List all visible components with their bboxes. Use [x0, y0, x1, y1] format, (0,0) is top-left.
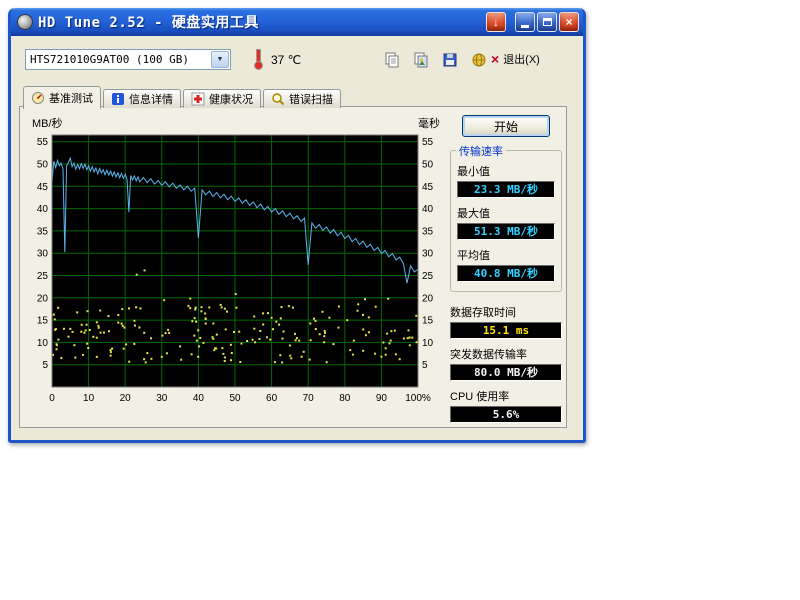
download-button[interactable]: ↓ — [486, 12, 506, 32]
copy-text-icon — [384, 52, 400, 68]
benchmark-icon — [31, 91, 45, 105]
svg-text:60: 60 — [266, 393, 278, 404]
svg-text:5: 5 — [42, 360, 48, 371]
tab-health-label: 健康状况 — [209, 91, 253, 107]
tab-info-label: 信息详情 — [129, 91, 173, 107]
thermometer-icon — [254, 49, 263, 70]
exit-label: 退出(X) — [503, 51, 540, 67]
window-title: HD Tune 2.52 - 硬盘实用工具 — [38, 12, 486, 32]
tab-strip: 基准测试 信息详情 健康状况 — [23, 84, 343, 107]
tab-info[interactable]: 信息详情 — [103, 89, 181, 108]
cpu-usage-label: CPU 使用率 — [450, 388, 562, 404]
save-icon — [442, 52, 458, 68]
tab-error-scan-label: 错误扫描 — [289, 91, 333, 107]
svg-text:35: 35 — [37, 226, 49, 237]
tab-benchmark-label: 基准测试 — [49, 90, 93, 106]
min-label: 最小值 — [457, 163, 555, 179]
svg-text:0: 0 — [49, 393, 55, 404]
window-controls: ↓ × — [486, 12, 579, 32]
svg-text:20: 20 — [422, 293, 434, 304]
svg-text:100%: 100% — [405, 393, 431, 404]
burst-rate-value: 80.0 MB/秒 — [450, 364, 562, 381]
close-button[interactable]: × — [559, 12, 579, 32]
tab-benchmark[interactable]: 基准测试 — [23, 86, 101, 109]
exit-x-icon: × — [491, 52, 499, 66]
transfer-rate-title: 传输速率 — [456, 143, 506, 159]
svg-text:55: 55 — [422, 137, 434, 148]
svg-text:20: 20 — [120, 393, 132, 404]
svg-text:15: 15 — [422, 316, 434, 327]
svg-text:55: 55 — [37, 137, 49, 148]
website-button[interactable] — [466, 48, 492, 72]
svg-text:25: 25 — [422, 271, 434, 282]
copy-text-button[interactable] — [379, 48, 405, 72]
dropdown-arrow-glyph: ▼ — [217, 56, 224, 63]
svg-text:25: 25 — [37, 271, 49, 282]
max-value: 51.3 MB/秒 — [457, 223, 555, 240]
svg-text:70: 70 — [303, 393, 315, 404]
burst-rate-label: 突发数据传输率 — [450, 346, 562, 362]
toolbar-icons — [379, 48, 492, 72]
svg-text:40: 40 — [193, 393, 205, 404]
svg-text:50: 50 — [229, 393, 241, 404]
svg-text:40: 40 — [37, 204, 49, 215]
svg-text:10: 10 — [422, 338, 434, 349]
benchmark-chart: 5555505045454040353530302525202015151010… — [24, 127, 444, 417]
minimize-button[interactable] — [515, 12, 535, 32]
drive-select-value: HTS721010G9AT00 (100 GB) — [26, 53, 210, 66]
close-icon: × — [565, 16, 572, 28]
title-bar[interactable]: HD Tune 2.52 - 硬盘实用工具 ↓ × — [11, 8, 583, 36]
info-icon — [111, 92, 125, 106]
svg-text:30: 30 — [37, 249, 49, 260]
cpu-usage-value: 5.6% — [450, 406, 562, 423]
access-time-value: 15.1 ms — [450, 322, 562, 339]
svg-text:15: 15 — [37, 316, 49, 327]
chevron-down-icon[interactable]: ▼ — [211, 51, 229, 68]
save-button[interactable] — [437, 48, 463, 72]
svg-text:80: 80 — [339, 393, 351, 404]
svg-text:20: 20 — [37, 293, 49, 304]
app-icon — [17, 14, 33, 30]
start-button[interactable]: 开始 — [462, 115, 550, 137]
client-area: HTS721010G9AT00 (100 GB) ▼ 37 ℃ — [11, 36, 583, 440]
avg-label: 平均值 — [457, 247, 555, 263]
download-arrow-icon: ↓ — [493, 16, 499, 28]
svg-text:5: 5 — [422, 360, 428, 371]
tab-error-scan[interactable]: 错误扫描 — [263, 89, 341, 108]
svg-text:50: 50 — [422, 160, 434, 171]
exit-button[interactable]: × 退出(X) — [491, 51, 540, 67]
svg-text:90: 90 — [376, 393, 388, 404]
access-time-label: 数据存取时间 — [450, 304, 562, 320]
temperature-label: 37 ℃ — [271, 53, 301, 67]
tab-health[interactable]: 健康状况 — [183, 89, 261, 108]
svg-text:45: 45 — [422, 182, 434, 193]
svg-text:45: 45 — [37, 182, 49, 193]
drive-select[interactable]: HTS721010G9AT00 (100 GB) ▼ — [25, 49, 231, 70]
copy-image-button[interactable] — [408, 48, 434, 72]
svg-text:35: 35 — [422, 226, 434, 237]
copy-image-icon — [413, 52, 429, 68]
maximize-button[interactable] — [537, 12, 557, 32]
maximize-icon — [543, 18, 552, 26]
svg-text:30: 30 — [156, 393, 168, 404]
results-column: 开始 传输速率 最小值 23.3 MB/秒 最大值 51.3 MB/秒 平均值 … — [450, 115, 562, 430]
benchmark-panel: MB/秒 毫秒 55555050454540403535303025252020… — [19, 106, 567, 428]
hd-tune-window: HD Tune 2.52 - 硬盘实用工具 ↓ × HTS721010G9AT0… — [8, 8, 586, 443]
minimize-icon — [521, 25, 529, 28]
health-icon — [191, 92, 205, 106]
max-label: 最大值 — [457, 205, 555, 221]
min-value: 23.3 MB/秒 — [457, 181, 555, 198]
svg-text:30: 30 — [422, 249, 434, 260]
svg-text:10: 10 — [37, 338, 49, 349]
svg-text:50: 50 — [37, 160, 49, 171]
svg-text:10: 10 — [83, 393, 95, 404]
svg-text:40: 40 — [422, 204, 434, 215]
transfer-rate-group: 传输速率 最小值 23.3 MB/秒 最大值 51.3 MB/秒 平均值 40.… — [450, 150, 562, 292]
website-icon — [471, 52, 487, 68]
avg-value: 40.8 MB/秒 — [457, 265, 555, 282]
error-scan-icon — [271, 92, 285, 106]
